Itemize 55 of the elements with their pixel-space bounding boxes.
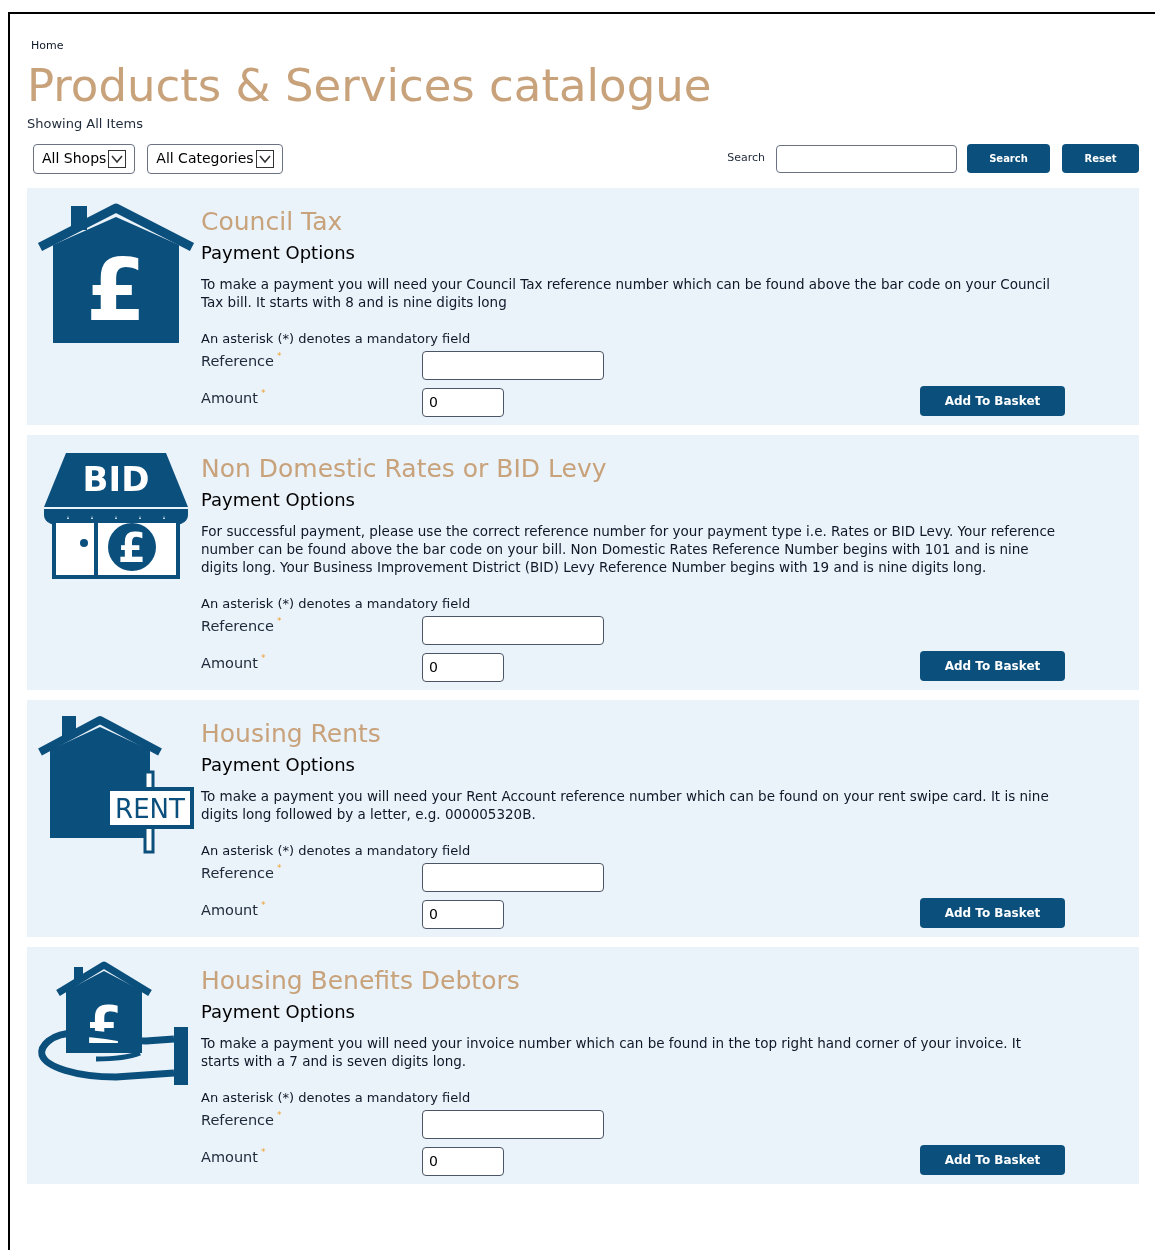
section-heading: Payment Options — [201, 240, 355, 265]
mandatory-note: An asterisk (*) denotes a mandatory field — [201, 1089, 471, 1106]
search-button[interactable]: Search — [967, 144, 1050, 173]
description-text: To make a payment you will need your Council Tax reference number which can be found above the bar code on your Council Tax bill. It starts with 8 and is nine digits long — [201, 274, 1051, 311]
subtitle: Showing All Items — [27, 115, 143, 133]
required-asterisk: * — [261, 652, 266, 663]
field-label: Reference — [201, 616, 275, 636]
mandatory-note: An asterisk (*) denotes a mandatory field — [201, 842, 471, 859]
section-heading: Payment Options — [201, 487, 355, 512]
section-heading: Payment Options — [201, 999, 355, 1024]
required-asterisk: * — [261, 1146, 266, 1157]
add-to-basket-button[interactable]: Add To Basket — [920, 385, 1065, 416]
add-to-basket-button[interactable]: Add To Basket — [920, 650, 1065, 681]
input-field[interactable]: 0 — [422, 387, 504, 417]
add-to-basket-button[interactable]: Add To Basket — [920, 1144, 1065, 1175]
mandatory-note: An asterisk (*) denotes a mandatory field — [201, 595, 471, 612]
product-title: Housing Benefits Debtors — [201, 965, 520, 996]
search-field[interactable] — [776, 144, 957, 173]
field-label: Amount — [201, 388, 258, 408]
field-label: Reference — [201, 863, 275, 883]
required-asterisk: * — [277, 615, 282, 626]
required-asterisk: * — [261, 899, 266, 910]
input-field[interactable] — [422, 350, 604, 380]
product-title: Housing Rents — [201, 718, 381, 749]
input-field[interactable] — [422, 862, 604, 892]
add-to-basket-button[interactable]: Add To Basket — [920, 897, 1065, 928]
required-asterisk: * — [261, 387, 266, 398]
breadcrumb[interactable]: Home — [31, 39, 64, 52]
field-label: Amount — [201, 1147, 258, 1167]
input-field[interactable]: 0 — [422, 1146, 504, 1176]
description-text: To make a payment you will need your Rent Account reference number which can be found on your rent swipe card. It is nine digits long followed by a letter, e.g. 000005320B. — [201, 786, 1050, 823]
input-field[interactable] — [422, 1109, 604, 1139]
field-label: Reference — [201, 351, 275, 371]
required-asterisk: * — [277, 350, 282, 361]
required-asterisk: * — [277, 1109, 282, 1120]
mandatory-note: An asterisk (*) denotes a mandatory field — [201, 330, 471, 347]
caret-icon — [108, 149, 127, 168]
field-label: Amount — [201, 900, 258, 920]
dropdown-select[interactable]: All Categories — [147, 143, 283, 174]
required-asterisk: * — [277, 862, 282, 873]
description-text: To make a payment you will need your invoice number which can be found in the top right hand corner of your invoice. It starts with a 7 and is seven digits long. — [201, 1033, 1023, 1070]
product-title: Non Domestic Rates or BID Levy — [201, 453, 607, 484]
search-label: Search — [727, 150, 765, 167]
input-field[interactable]: 0 — [422, 899, 504, 929]
section-heading: Payment Options — [201, 752, 355, 777]
dropdown-select[interactable]: All Shops — [33, 143, 136, 174]
field-label: Reference — [201, 1110, 275, 1130]
description-text: For successful payment, please use the correct reference number for your payment type i.e. Rates or BID Levy. Your reference number can be found above the bar code on your bill. Non Domestic Rates Reference Number begins with 101 and is nine digits long. Your Business Improvement District (BID) Levy Reference Number begins with 19 and is nine digits long. — [201, 521, 1057, 576]
input-field[interactable] — [422, 615, 604, 645]
input-field[interactable]: 0 — [422, 652, 504, 682]
page-title: Products & Services catalogue — [27, 60, 713, 112]
reset-button[interactable]: Reset — [1062, 144, 1139, 173]
field-label: Amount — [201, 653, 258, 673]
caret-icon — [255, 149, 274, 168]
product-title: Council Tax — [201, 206, 343, 237]
